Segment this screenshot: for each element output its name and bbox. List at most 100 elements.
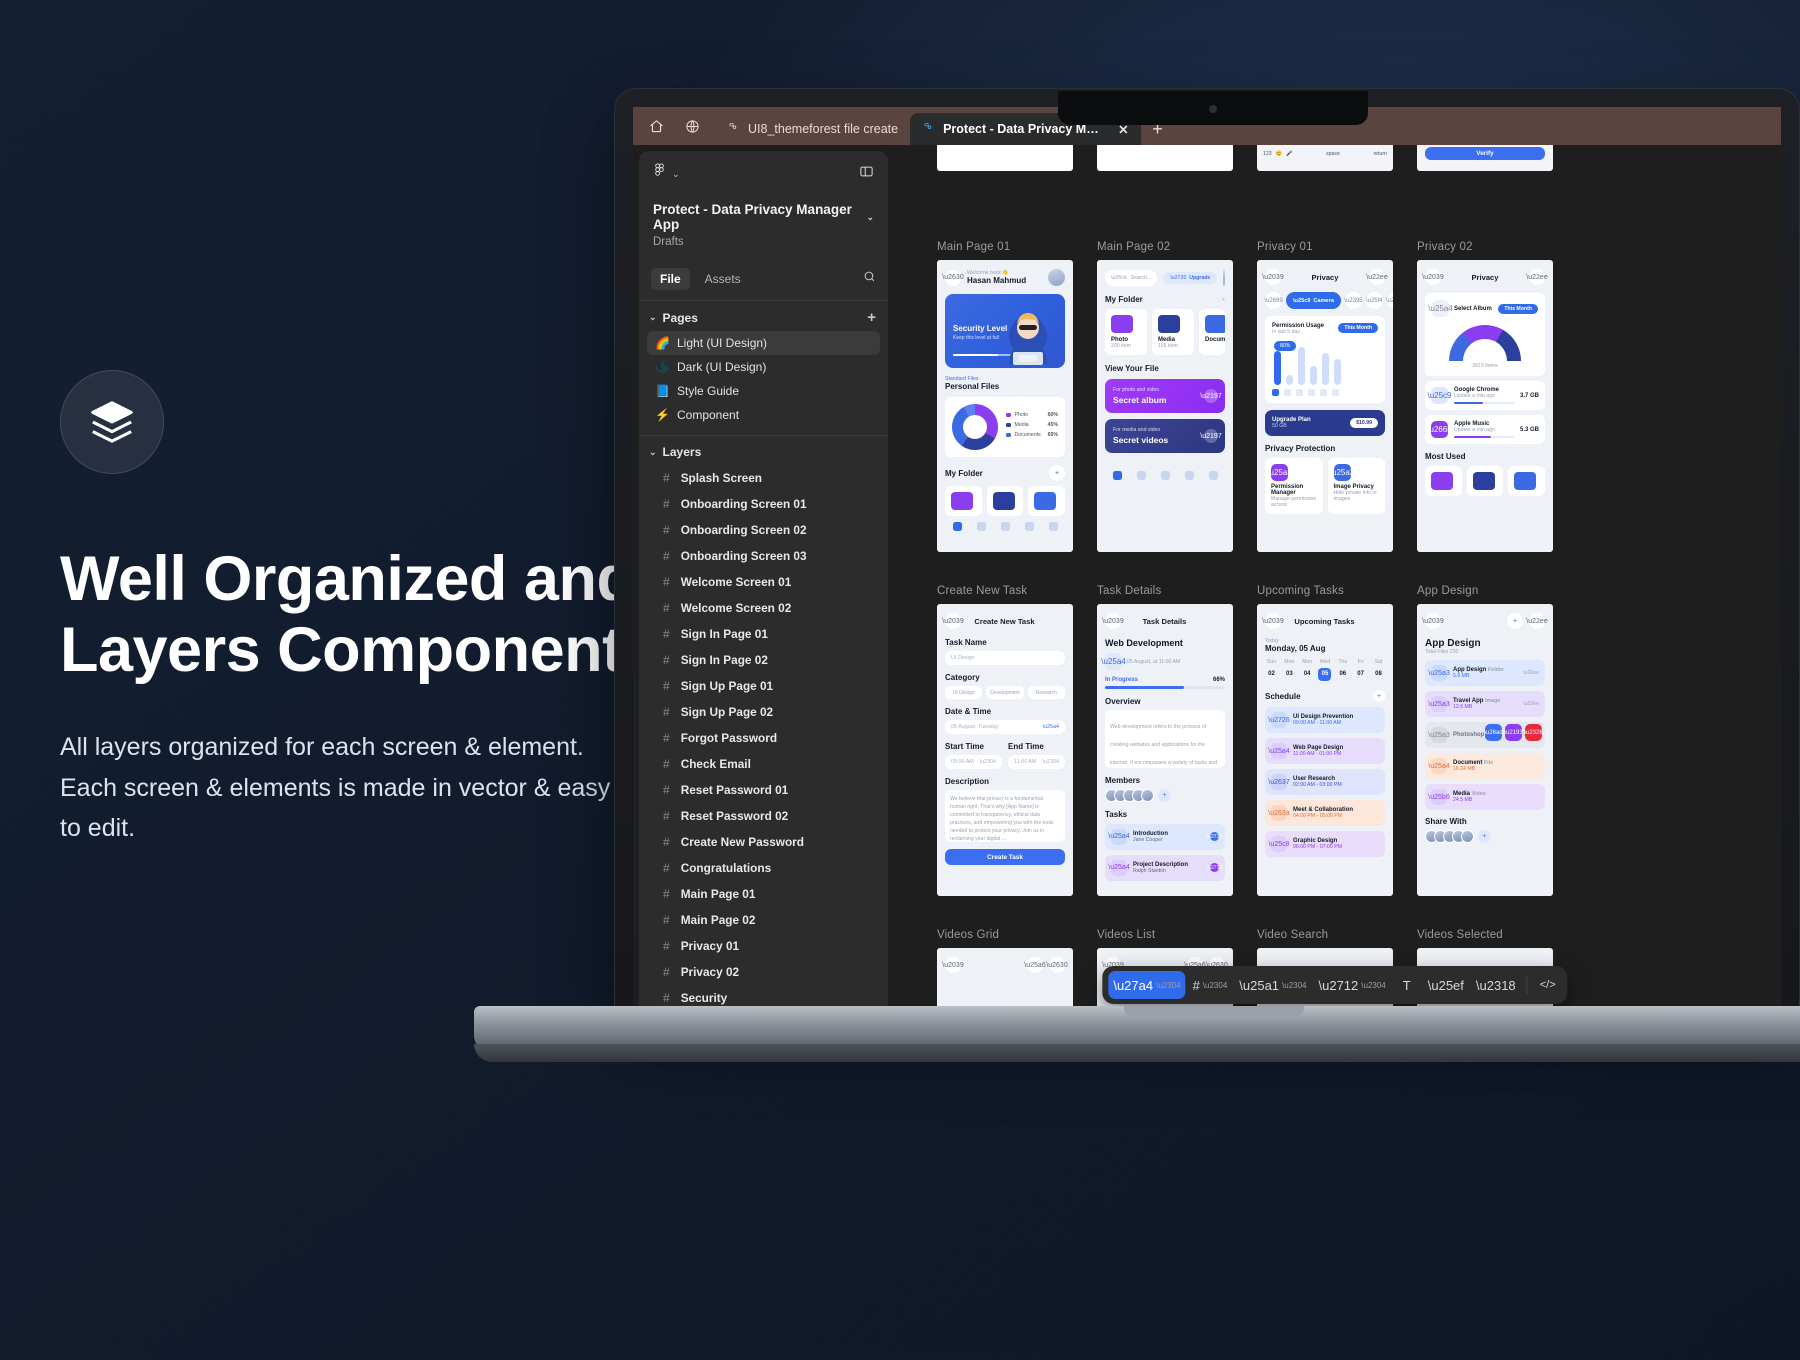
nav-files-icon[interactable] — [1024, 522, 1034, 531]
folder-tile[interactable] — [986, 486, 1024, 516]
layer-item[interactable]: # Privacy 02 — [639, 959, 888, 985]
chevron-left-icon[interactable]: \u2039 — [1422, 269, 1444, 285]
task-row-introduction[interactable]: \u25a4 Introduction Jane Cooper \u2713 — [1105, 823, 1225, 850]
folder-tile[interactable] — [1425, 466, 1462, 496]
date-input[interactable]: 05 August, Tuesday \u25a4 — [945, 720, 1065, 734]
pages-section-header[interactable]: ⌄ Pages + — [639, 301, 888, 331]
pen-tool[interactable]: \u2712 \u2304 — [1314, 971, 1391, 999]
personal-files-chart-card[interactable]: Photo 60% Media 45% Documents 65% — [945, 397, 1065, 457]
upgrade-button[interactable]: \u2726 Upgrade — [1163, 271, 1218, 284]
frame-partial-blank[interactable] — [1097, 145, 1233, 171]
browser-tab-inactive[interactable]: UI8_themeforest file create — [715, 113, 910, 145]
page-item-dark[interactable]: 🌑 Dark (UI Design) — [647, 355, 880, 379]
layer-item[interactable]: # Sign Up Page 02 — [639, 699, 888, 725]
category-chip-development[interactable]: Development — [986, 686, 1024, 699]
avatar[interactable] — [1048, 269, 1065, 286]
frame-partial-verify[interactable]: Verify — [1417, 145, 1553, 171]
calendar-day-number[interactable]: 07 — [1354, 668, 1367, 681]
schedule-row[interactable]: \u25c8 Graphic Design 06:00 PM - 07:00 P… — [1265, 831, 1385, 857]
arrow-up-right-icon[interactable]: \u2197 — [1200, 429, 1222, 444]
layer-item[interactable]: # Welcome Screen 01 — [639, 569, 888, 595]
frame-main-page-01[interactable]: \u2630 Welcome back 👋 Hasan Mahmud Secur… — [937, 260, 1073, 552]
page-item-component[interactable]: ⚡ Component — [647, 403, 880, 427]
calendar-day-number[interactable]: 03 — [1283, 668, 1296, 681]
mic-icon[interactable]: 🎤 — [1286, 151, 1292, 157]
upgrade-price-button[interactable]: $10.99 — [1350, 418, 1378, 428]
nav-shield-icon[interactable] — [1136, 471, 1146, 481]
layer-item[interactable]: # Reset Password 01 — [639, 777, 888, 803]
file-row-app-design[interactable]: \u25a3 App Design Folder 5.6 MB \u22ee — [1425, 660, 1545, 686]
folder-tile[interactable] — [1466, 466, 1504, 496]
layer-item[interactable]: # Main Page 02 — [639, 907, 888, 933]
calendar-day-number[interactable]: 08 — [1372, 668, 1385, 681]
frame-upcoming-tasks[interactable]: \u2039 Upcoming Tasks Today Monday, 05 A… — [1257, 604, 1393, 896]
chevron-left-icon[interactable]: \u2039 — [1102, 613, 1124, 629]
file-action-buttons[interactable]: \u26ad \u2193 \u2326 — [1484, 724, 1543, 741]
schedule-row[interactable]: \u2726 UI Design Prevention 09:00 AM - 1… — [1265, 707, 1385, 733]
keypad-key-return[interactable]: return — [1373, 151, 1387, 157]
share-avatars[interactable] — [1425, 830, 1474, 843]
download-icon[interactable]: \u2193 — [1504, 724, 1523, 741]
layer-item[interactable]: # Onboarding Screen 01 — [639, 491, 888, 517]
album-filter-button[interactable]: This Month — [1498, 303, 1538, 314]
frame-tool[interactable]: # \u2304 — [1188, 971, 1233, 999]
protection-item-image[interactable]: \u25a3 Image Privacy Hide private info i… — [1327, 458, 1385, 514]
schedule-row[interactable]: \u25a4 Web Page Design 11:00 AM - 01:00 … — [1265, 738, 1385, 764]
bottom-nav[interactable] — [1105, 465, 1225, 487]
nav-shield-icon[interactable] — [976, 522, 986, 531]
add-folder-button[interactable]: + — [1222, 297, 1225, 303]
folder-tile-documents[interactable]: Documents — [1199, 309, 1225, 355]
schedule-row[interactable]: \u2637 User Research 02:00 AM - 03:00 PM — [1265, 769, 1385, 795]
file-name-row[interactable]: Protect - Data Privacy Manager App ⌄ — [653, 202, 874, 232]
keypad-key-space[interactable]: space — [1297, 151, 1370, 157]
folder-tile[interactable] — [1508, 466, 1546, 496]
tab-file[interactable]: File — [651, 268, 690, 290]
frame-task-details[interactable]: \u2039 Task Details Web Development \u25… — [1097, 604, 1233, 896]
mic-icon[interactable]: \u2395 — [1344, 292, 1363, 309]
nav-files-icon[interactable] — [1184, 471, 1194, 481]
nav-home-icon[interactable] — [952, 522, 962, 531]
frame-main-page-02[interactable]: \u25cb Search... \u2726 Upgrade My Folde… — [1097, 260, 1233, 552]
secret-videos-card[interactable]: For media and video Secret videos \u2197 — [1105, 419, 1225, 454]
more-vertical-icon[interactable]: \u22ee — [1366, 269, 1388, 285]
link-icon[interactable]: \u26ad — [1484, 724, 1503, 741]
add-schedule-button[interactable]: + — [1373, 690, 1385, 702]
globe-icon[interactable] — [675, 107, 709, 145]
panel-layout-icon[interactable] — [859, 164, 874, 184]
frame-partial-keypad[interactable]: 123 😊 🎤 space return — [1257, 145, 1393, 171]
app-row-music[interactable]: \u266b Apple Music Update a min ago 5.3 … — [1425, 415, 1545, 444]
more-vertical-icon[interactable]: \u22ee — [1523, 701, 1539, 707]
more-vertical-icon[interactable]: \u22ee — [1526, 613, 1548, 629]
start-time-input[interactable]: 09:00 AM \u2304 — [945, 755, 1002, 769]
layer-item[interactable]: # Reset Password 02 — [639, 803, 888, 829]
layer-item[interactable]: # Onboarding Screen 03 — [639, 543, 888, 569]
frame-privacy-01[interactable]: \u2039 Privacy \u22ee \u2699 \u25c9 Camer… — [1257, 260, 1393, 552]
add-page-button[interactable]: + — [867, 310, 876, 325]
frame-privacy-02[interactable]: \u2039 Privacy \u22ee \u25a4 Select Albu… — [1417, 260, 1553, 552]
app-row-chrome[interactable]: \u25c9 Google Chrome Update a min ago 3.… — [1425, 381, 1545, 410]
folder-tile[interactable] — [945, 486, 982, 516]
figma-canvas[interactable]: 123 😊 🎤 space return Verify Main Page 01… — [889, 145, 1781, 1018]
tab-assets[interactable]: Assets — [696, 268, 750, 290]
text-tool[interactable]: T — [1393, 971, 1421, 999]
member-avatars[interactable] — [1105, 788, 1154, 802]
upgrade-plan-card[interactable]: Upgrade Plan 50 GB $10.99 — [1265, 410, 1385, 436]
layer-item[interactable]: # Forgot Password — [639, 725, 888, 751]
grid-icon[interactable]: \u25a6 — [1024, 957, 1046, 973]
apps-icon[interactable]: \u2318 — [1386, 292, 1393, 309]
layer-item[interactable]: # Sign Up Page 01 — [639, 673, 888, 699]
delete-icon[interactable]: \u2326 — [1524, 724, 1543, 741]
figma-menu-button[interactable]: ⌄ — [653, 163, 680, 185]
figma-toolbar[interactable]: \u27a4 \u2304 # \u2304 \u25a1 \u2304 \u2712… — [1102, 966, 1568, 1004]
chevron-left-icon[interactable]: \u2039 — [942, 613, 964, 629]
add-share-button[interactable]: + — [1478, 830, 1491, 843]
calendar-day-numbers[interactable]: 02 03 04 05 06 07 08 — [1265, 668, 1385, 681]
move-tool[interactable]: \u27a4 \u2304 — [1108, 971, 1186, 999]
chevron-left-icon[interactable]: \u2039 — [1262, 613, 1284, 629]
schedule-row[interactable]: \u263a Meet & Collaboration 04:00 PM - 0… — [1265, 800, 1385, 826]
actions-tool[interactable]: \u2318 — [1471, 971, 1521, 999]
task-row-project-description[interactable]: \u25a4 Project Description Ralph Stanton… — [1105, 854, 1225, 881]
menu-icon[interactable]: \u2630 — [942, 269, 964, 286]
emoji-icon[interactable]: 😊 — [1276, 151, 1282, 157]
protection-item-permission[interactable]: \u25a3 Permission Manager Manage permiss… — [1265, 458, 1323, 514]
